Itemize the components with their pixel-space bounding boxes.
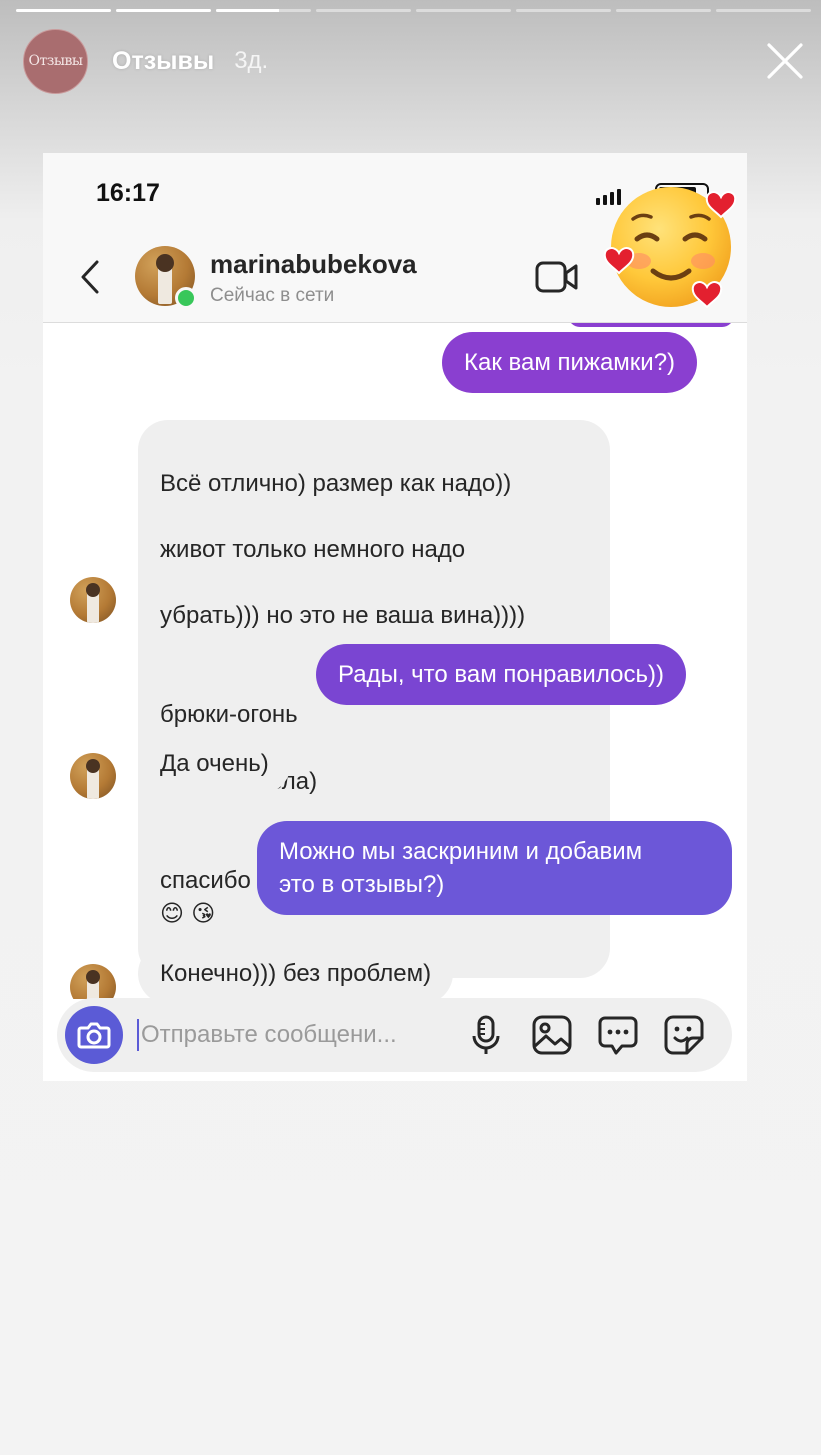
story-progress <box>16 9 811 12</box>
image-icon <box>532 1015 572 1055</box>
text-cursor <box>137 1019 139 1051</box>
message-line: живот только немного надо <box>160 536 466 563</box>
message-line: убрать))) но это не ваша вина)))) <box>160 602 526 629</box>
status-time: 16:17 <box>96 179 160 207</box>
close-button[interactable] <box>763 39 807 83</box>
smile-kiss-emoji-icon: 😊 😘 <box>160 901 216 927</box>
camera-icon <box>77 1022 111 1049</box>
contact-avatar-small[interactable] <box>70 964 116 999</box>
gallery-button[interactable] <box>529 1012 575 1058</box>
progress-segment <box>416 9 511 12</box>
story-timestamp: 3д. <box>234 47 269 74</box>
chevron-left-icon <box>81 260 99 294</box>
message-list[interactable]: Как вам пижамки?) Всё отлично) размер ка… <box>43 323 747 999</box>
microphone-icon <box>472 1015 500 1054</box>
progress-segment <box>716 9 811 12</box>
progress-segment <box>316 9 411 12</box>
sticker-icon <box>664 1015 704 1055</box>
camera-button[interactable] <box>65 1006 123 1064</box>
voice-message-button[interactable] <box>463 1012 509 1058</box>
message-composer <box>57 998 732 1072</box>
message-outgoing[interactable]: Как вам пижамки?) <box>442 332 698 393</box>
close-icon <box>767 43 803 79</box>
story-account-name[interactable]: Отзывы <box>112 47 214 76</box>
progress-segment <box>16 9 111 12</box>
back-button[interactable] <box>75 255 105 299</box>
previous-message-bubble <box>568 323 734 327</box>
online-indicator <box>175 287 197 309</box>
message-outgoing[interactable]: Рады, что вам понравилось)) <box>316 644 686 705</box>
quick-reply-button[interactable] <box>595 1012 641 1058</box>
sticker-button[interactable] <box>661 1012 707 1058</box>
message-input[interactable] <box>141 1021 443 1049</box>
contact-avatar-small[interactable] <box>70 577 116 623</box>
video-call-button[interactable] <box>535 259 579 295</box>
message-incoming[interactable]: Конечно))) без проблем) <box>138 943 454 999</box>
progress-segment <box>216 9 311 12</box>
progress-segment <box>616 9 711 12</box>
story-header: Отзывы Отзывы 3д. <box>23 28 807 94</box>
chat-screenshot: 16:17 marinabubekova Сейчас в сети Как в… <box>43 153 747 1081</box>
contact-presence: Сейчас в сети <box>210 285 335 306</box>
message-line: Всё отлично) размер как надо)) <box>160 470 512 497</box>
message-outgoing[interactable]: Можно мы заскриним и добавим это в отзыв… <box>257 821 732 915</box>
progress-segment <box>516 9 611 12</box>
contact-username[interactable]: marinabubekova <box>210 249 417 280</box>
video-camera-icon <box>535 261 578 293</box>
story-avatar[interactable]: Отзывы <box>23 28 88 94</box>
smiling-face-with-hearts-icon <box>603 187 737 309</box>
contact-avatar-small[interactable] <box>70 753 116 799</box>
progress-segment <box>116 9 211 12</box>
message-incoming[interactable]: Да очень) <box>138 733 291 794</box>
chat-bubble-icon <box>598 1016 638 1055</box>
